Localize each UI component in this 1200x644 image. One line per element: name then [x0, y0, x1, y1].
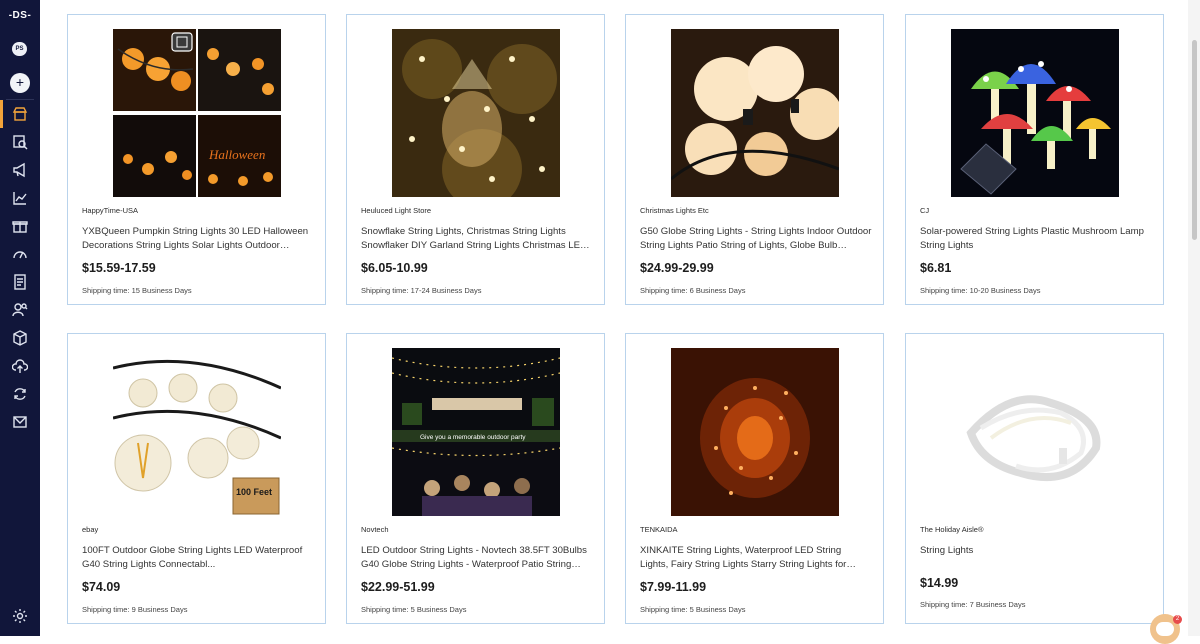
chat-icon	[1156, 622, 1174, 636]
product-image-white-string-lights[interactable]	[951, 348, 1119, 516]
product-title[interactable]: 100FT Outdoor Globe String Lights LED Wa…	[82, 544, 314, 571]
product-card[interactable]: TENKAIDA XINKAITE String Lights, Waterpr…	[625, 333, 884, 624]
add-button[interactable]: +	[10, 73, 30, 93]
product-price: $15.59-17.59	[82, 261, 156, 275]
svg-text:Halloween: Halloween	[208, 147, 265, 162]
chat-unread-badge: 2	[1173, 615, 1182, 624]
megaphone-icon[interactable]	[12, 162, 28, 178]
image-caption: Give you a memorable outdoor party	[420, 434, 526, 441]
store-name[interactable]: TENKAIDA	[640, 525, 678, 534]
product-image-halloween-pumpkin-lights[interactable]: Halloween	[113, 29, 281, 197]
shipping-time: Shipping time: 9 Business Days	[82, 605, 188, 614]
analytics-chart-icon[interactable]	[12, 190, 28, 206]
shipping-time: Shipping time: 15 Business Days	[82, 286, 192, 295]
user-avatar[interactable]: PS	[12, 42, 27, 56]
shipping-time: Shipping time: 5 Business Days	[640, 605, 746, 614]
store-name[interactable]: Christmas Lights Etc	[640, 206, 709, 215]
gift-icon[interactable]	[12, 218, 28, 234]
product-card[interactable]: Christmas Lights Etc G50 Globe String Li…	[625, 14, 884, 305]
product-card[interactable]: Heuluced Light Store Snowflake String Li…	[346, 14, 605, 305]
shipping-time: Shipping time: 7 Business Days	[920, 600, 1026, 609]
product-card[interactable]: Halloween HappyTime-USA YXBQueen Pumpkin…	[67, 14, 326, 305]
mail-icon[interactable]	[12, 414, 28, 430]
product-image-mushroom-lamps[interactable]	[951, 29, 1119, 197]
product-title[interactable]: LED Outdoor String Lights - Novtech 38.5…	[361, 544, 593, 571]
store-name[interactable]: ebay	[82, 525, 98, 534]
product-image-outdoor-globe-bulbs[interactable]: 100 Feet	[113, 348, 281, 516]
shipping-time: Shipping time: 6 Business Days	[640, 286, 746, 295]
document-list-icon[interactable]	[12, 274, 28, 290]
cloud-upload-icon[interactable]	[11, 358, 29, 374]
box-label-text: 100 Feet	[236, 487, 272, 497]
product-price: $24.99-29.99	[640, 261, 714, 275]
product-card[interactable]: Give you a memorable outdoor party Novte…	[346, 333, 605, 624]
product-image-snowflake-lights[interactable]	[392, 29, 560, 197]
store-name[interactable]: Heuluced Light Store	[361, 206, 431, 215]
box-icon[interactable]	[12, 330, 28, 346]
product-title[interactable]: YXBQueen Pumpkin String Lights 30 LED Ha…	[82, 225, 314, 252]
store-name[interactable]: HappyTime-USA	[82, 206, 138, 215]
product-price: $7.99-11.99	[640, 580, 707, 594]
product-price: $22.99-51.99	[361, 580, 435, 594]
store-name[interactable]: CJ	[920, 206, 929, 215]
scrollbar-thumb[interactable]	[1192, 40, 1197, 240]
app-logo[interactable]: -DS-	[0, 10, 40, 21]
store-icon[interactable]	[0, 100, 28, 128]
product-title[interactable]: XINKAITE String Lights, Waterproof LED S…	[640, 544, 872, 571]
product-image-fairy-lights[interactable]	[671, 348, 839, 516]
product-card[interactable]: The Holiday Aisle® String Lights $14.99 …	[905, 333, 1164, 624]
product-card[interactable]: 100 Feet ebay 100FT Outdoor Globe String…	[67, 333, 326, 624]
product-title[interactable]: Solar-powered String Lights Plastic Mush…	[920, 225, 1152, 252]
shipping-time: Shipping time: 10-20 Business Days	[920, 286, 1041, 295]
speedometer-icon[interactable]	[12, 246, 28, 262]
product-title[interactable]: String Lights	[920, 544, 1152, 558]
sidebar: -DS- PS +	[0, 0, 40, 636]
product-image-globe-bulbs[interactable]	[671, 29, 839, 197]
product-price: $6.05-10.99	[361, 261, 428, 275]
user-search-icon[interactable]	[12, 302, 28, 318]
product-image-outdoor-party-lights[interactable]: Give you a memorable outdoor party	[392, 348, 560, 516]
gear-icon[interactable]	[12, 608, 28, 624]
store-name[interactable]: Novtech	[361, 525, 389, 534]
shipping-time: Shipping time: 5 Business Days	[361, 605, 467, 614]
product-price: $74.09	[82, 580, 121, 594]
shipping-time: Shipping time: 17-24 Business Days	[361, 286, 482, 295]
sync-icon[interactable]	[12, 386, 28, 402]
store-name[interactable]: The Holiday Aisle®	[920, 525, 983, 534]
product-search-icon[interactable]	[12, 134, 28, 150]
product-card[interactable]: CJ Solar-powered String Lights Plastic M…	[905, 14, 1164, 305]
sidebar-divider	[6, 99, 34, 100]
product-title[interactable]: G50 Globe String Lights - String Lights …	[640, 225, 872, 252]
product-title[interactable]: Snowflake String Lights, Christmas Strin…	[361, 225, 593, 252]
product-price: $6.81	[920, 261, 952, 275]
product-price: $14.99	[920, 576, 959, 590]
